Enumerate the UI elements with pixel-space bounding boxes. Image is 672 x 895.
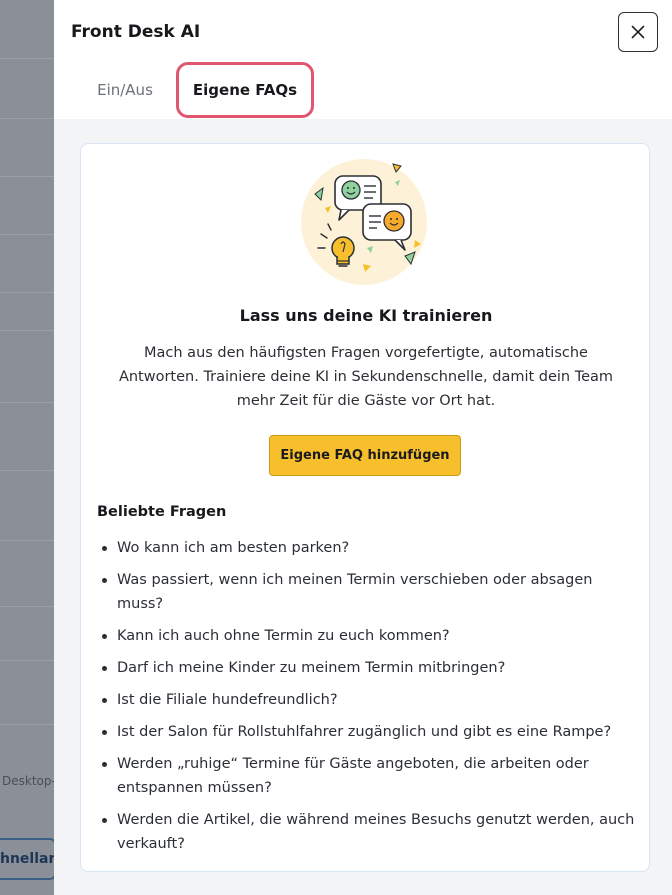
list-item: Ist die Filiale hundefreundlich? [97,688,637,712]
list-item: Was passiert, wenn ich meinen Termin ver… [97,568,637,616]
list-item: Wo kann ich am besten parken? [97,536,637,560]
list-item: Darf ich meine Kinder zu meinem Termin m… [97,656,637,680]
card-description: Mach aus den häufigsten Fragen vorgefert… [118,345,614,409]
popular-questions-heading: Beliebte Fragen [97,504,227,520]
faq-empty-state-card: Lass uns deine KI trainieren Mach aus de… [80,143,650,872]
tab-eigene-faqs[interactable]: Eigene FAQs [176,62,314,118]
front-desk-ai-panel: Front Desk AI Ein/Aus Eigene FAQs Lass u… [54,0,672,895]
card-heading: Lass uns deine KI trainieren [239,306,493,325]
close-button[interactable] [618,12,658,52]
background-partial-button-label: hnellar [0,851,54,867]
add-faq-button[interactable]: Eigene FAQ hinzufügen [269,435,461,476]
panel-title: Front Desk AI [71,22,201,42]
list-item: Werden „ruhige“ Termine für Gäste angebo… [97,752,637,800]
list-item: Werden die Artikel, die während meines B… [97,808,637,856]
panel-header: Front Desk AI Ein/Aus Eigene FAQs [54,0,672,119]
popular-questions-list: Wo kann ich am besten parken? Was passie… [97,536,637,864]
list-item: Kann ich auch ohne Termin zu euch kommen… [97,624,637,648]
close-icon [631,25,645,39]
chat-bubbles-lightbulb-illustration [301,159,427,285]
background-partial-text: Desktop- [2,774,54,788]
background-app-overlay: Desktop- hnellar [0,0,54,895]
list-item: Ist der Salon für Rollstuhlfahrer zugäng… [97,720,637,744]
tab-ein-aus[interactable]: Ein/Aus [70,62,180,118]
